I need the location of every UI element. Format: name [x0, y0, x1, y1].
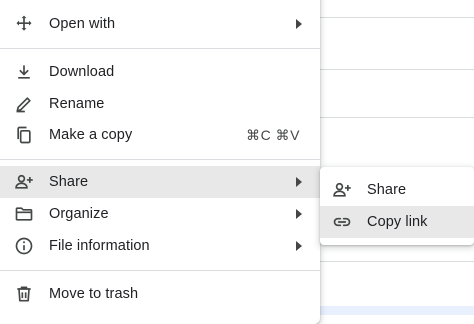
menu-item-rename[interactable]: Rename — [0, 88, 320, 120]
background-row-divider — [320, 117, 474, 118]
info-icon — [14, 236, 34, 256]
chevron-right-icon — [296, 19, 302, 29]
menu-item-label: Make a copy — [49, 127, 133, 143]
menu-item-label: Share — [49, 174, 89, 190]
pencil-icon — [14, 94, 34, 114]
menu-item-label: Download — [49, 64, 115, 80]
trash-icon — [14, 284, 34, 304]
menu-item-file-information[interactable]: File information — [0, 230, 320, 262]
menu-item-label: File information — [49, 238, 150, 254]
menu-item-label: Organize — [49, 206, 109, 222]
background-row-divider — [320, 261, 474, 262]
submenu-item-label: Copy link — [367, 214, 428, 230]
chevron-right-icon — [296, 241, 302, 251]
menu-divider — [0, 159, 320, 160]
menu-divider — [0, 270, 320, 271]
menu-item-share[interactable]: Share — [0, 166, 320, 198]
menu-item-label: Open with — [49, 16, 116, 32]
context-menu: Open with Download Rename Make a copy ⌘C… — [0, 0, 320, 324]
keyboard-shortcut: ⌘C ⌘V — [246, 126, 300, 143]
menu-item-make-a-copy[interactable]: Make a copy ⌘C ⌘V — [0, 119, 320, 151]
menu-item-move-to-trash[interactable]: Move to trash — [0, 278, 320, 310]
submenu-item-copy-link[interactable]: Copy link — [320, 206, 474, 238]
menu-item-open-with[interactable]: Open with — [0, 8, 320, 40]
menu-item-label: Rename — [49, 96, 105, 112]
background-row-divider — [320, 69, 474, 70]
chevron-right-icon — [296, 177, 302, 187]
download-icon — [14, 62, 34, 82]
chevron-right-icon — [296, 209, 302, 219]
background-selected-row — [320, 306, 474, 315]
person-add-icon — [332, 180, 352, 200]
menu-divider — [0, 48, 320, 49]
menu-item-label: Move to trash — [49, 286, 139, 302]
copy-icon — [14, 125, 34, 145]
submenu-item-share[interactable]: Share — [320, 174, 474, 206]
move-arrows-icon — [14, 14, 34, 34]
background-row-divider — [320, 17, 474, 18]
share-submenu: Share Copy link — [320, 167, 474, 245]
person-add-icon — [14, 172, 34, 192]
folder-icon — [14, 204, 34, 224]
menu-item-download[interactable]: Download — [0, 56, 320, 88]
submenu-item-label: Share — [367, 182, 407, 198]
menu-item-organize[interactable]: Organize — [0, 198, 320, 230]
link-icon — [332, 212, 352, 232]
